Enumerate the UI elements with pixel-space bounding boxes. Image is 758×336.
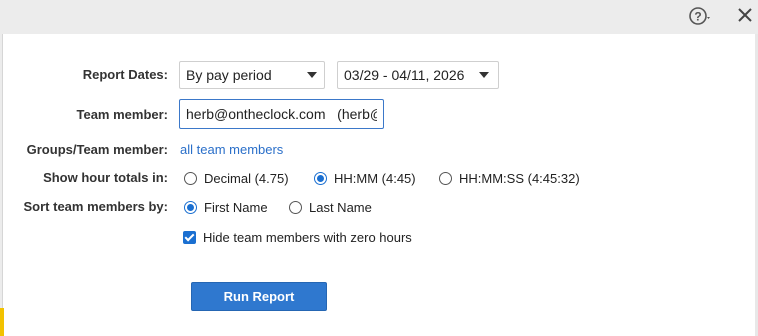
- dialog-title-bar: ?: [0, 0, 758, 34]
- radio-button-selected[interactable]: [314, 171, 327, 185]
- radio-last-name-label: Last Name: [309, 199, 372, 215]
- run-report-button[interactable]: Run Report: [191, 282, 327, 311]
- chevron-down-icon: [307, 72, 317, 78]
- period-select[interactable]: By pay period: [179, 61, 325, 89]
- radio-button[interactable]: [184, 171, 197, 185]
- svg-text:?: ?: [694, 10, 701, 24]
- team-member-input[interactable]: [179, 99, 384, 129]
- radio-last-name[interactable]: Last Name: [289, 198, 372, 216]
- report-dates-label: Report Dates:: [82, 67, 168, 82]
- date-range-select[interactable]: 03/29 - 04/11, 2026: [337, 61, 499, 89]
- radio-first-name[interactable]: First Name: [184, 198, 268, 216]
- radio-button-selected[interactable]: [184, 200, 197, 214]
- help-circle-icon[interactable]: ?: [688, 5, 710, 27]
- hide-zero-hours-checkbox[interactable]: Hide team members with zero hours: [183, 228, 412, 246]
- hide-zero-hours-label: Hide team members with zero hours: [203, 229, 412, 245]
- team-member-label: Team member:: [76, 107, 168, 122]
- period-select-value: By pay period: [186, 67, 272, 83]
- chevron-down-icon: [479, 72, 489, 78]
- radio-decimal-label: Decimal (4.75): [204, 170, 289, 186]
- radio-decimal[interactable]: Decimal (4.75): [184, 169, 289, 187]
- all-team-members-link[interactable]: all team members: [180, 142, 283, 157]
- radio-button[interactable]: [439, 171, 452, 185]
- edge-marker: [0, 308, 4, 336]
- radio-hhmmss-label: HH:MM:SS (4:45:32): [459, 170, 580, 186]
- close-icon[interactable]: [736, 6, 754, 24]
- groups-label: Groups/Team member:: [26, 142, 168, 157]
- radio-hhmm[interactable]: HH:MM (4:45): [314, 169, 416, 187]
- radio-button[interactable]: [289, 200, 302, 214]
- hour-totals-label: Show hour totals in:: [43, 170, 168, 185]
- radio-first-name-label: First Name: [204, 199, 268, 215]
- date-range-value: 03/29 - 04/11, 2026: [344, 67, 465, 83]
- checkbox-checked[interactable]: [183, 230, 196, 244]
- radio-hhmm-label: HH:MM (4:45): [334, 170, 416, 186]
- sort-label: Sort team members by:: [23, 199, 169, 214]
- radio-hhmmss[interactable]: HH:MM:SS (4:45:32): [439, 169, 580, 187]
